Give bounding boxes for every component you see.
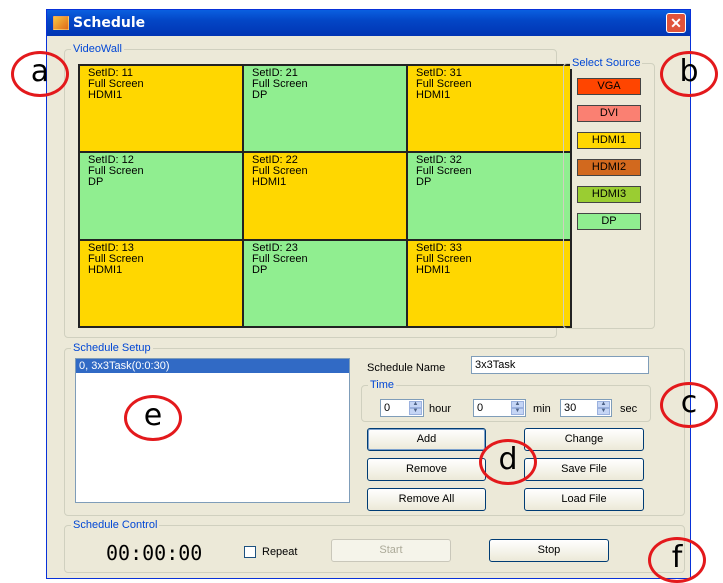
save-file-button[interactable]: Save File: [524, 458, 644, 481]
cell-src: HDMI1: [88, 263, 123, 276]
source-button-hdmi1[interactable]: HDMI1: [577, 132, 641, 149]
close-button[interactable]: ✕: [666, 13, 686, 33]
list-item[interactable]: 0, 3x3Task(0:0:30): [76, 359, 349, 373]
cell-mode: Full Screen: [252, 78, 308, 90]
add-button[interactable]: Add: [367, 428, 486, 451]
videowall-cell[interactable]: SetID: 11 Full Screen HDMI1: [80, 66, 242, 152]
annotation-d: d: [479, 439, 537, 485]
cell-src: DP: [416, 176, 432, 189]
cell-mode: Full Screen: [416, 252, 472, 265]
videowall-label: VideoWall: [71, 43, 124, 55]
hour-value: 0: [384, 402, 391, 414]
annotation-a: a: [11, 51, 69, 97]
videowall-cell[interactable]: SetID: 12 Full Screen DP: [80, 153, 242, 239]
source-button-hdmi3[interactable]: HDMI3: [577, 186, 641, 203]
cell-src: HDMI1: [88, 89, 123, 101]
cell-src: HDMI1: [416, 89, 451, 101]
cell-id: SetID: 13: [88, 241, 134, 254]
annotation-c: c: [660, 382, 718, 428]
cell-src: DP: [88, 176, 104, 189]
cell-src: HDMI1: [252, 176, 287, 189]
videowall-cell[interactable]: SetID: 33 Full Screen HDMI1: [408, 240, 570, 326]
schedule-setup-label: Schedule Setup: [71, 342, 153, 354]
schedule-list[interactable]: 0, 3x3Task(0:0:30): [75, 358, 350, 503]
hour-spinner[interactable]: ▲ ▼: [409, 401, 422, 415]
sec-spinner[interactable]: ▲ ▼: [597, 401, 610, 415]
timer-display: 00:00:00: [106, 541, 203, 565]
repeat-label: Repeat: [262, 546, 298, 558]
annotation-f: f: [648, 537, 706, 583]
min-input[interactable]: 0 ▲ ▼: [473, 399, 526, 417]
cell-mode: Full Screen: [88, 165, 144, 178]
schedule-control-label: Schedule Control: [71, 519, 160, 531]
annotation-e: e: [124, 395, 182, 441]
spin-up-icon[interactable]: ▲: [511, 401, 524, 408]
sec-label: sec: [620, 403, 638, 415]
load-file-button[interactable]: Load File: [524, 488, 644, 511]
videowall-cell[interactable]: SetID: 23 Full Screen DP: [244, 240, 406, 326]
spin-down-icon[interactable]: ▼: [409, 408, 422, 415]
spin-up-icon[interactable]: ▲: [597, 401, 610, 408]
videowall-grid: SetID: 11 Full Screen HDMI1 SetID: 21 Full S…: [78, 64, 572, 328]
min-spinner[interactable]: ▲ ▼: [511, 401, 524, 415]
spin-down-icon[interactable]: ▼: [511, 408, 524, 415]
change-button[interactable]: Change: [524, 428, 644, 451]
cell-src: HDMI1: [416, 263, 451, 276]
cell-src: DP: [252, 89, 268, 101]
videowall-cell[interactable]: SetID: 22 Full Screen HDMI1: [244, 153, 406, 239]
sec-value: 30: [564, 402, 577, 414]
start-button[interactable]: Start: [331, 539, 451, 562]
select-source-label: Select Source: [570, 57, 643, 69]
spin-up-icon[interactable]: ▲: [409, 401, 422, 408]
source-button-dp[interactable]: DP: [577, 213, 641, 230]
schedule-name-label: Schedule Name: [367, 362, 446, 374]
cell-id: SetID: 23: [252, 241, 298, 254]
spin-down-icon[interactable]: ▼: [597, 408, 610, 415]
app-icon: [53, 16, 69, 30]
videowall-cell[interactable]: SetID: 21 Full Screen DP: [244, 66, 406, 152]
title-bar[interactable]: Schedule ✕: [47, 10, 690, 36]
source-button-dvi[interactable]: DVI: [577, 105, 641, 122]
window-title: Schedule: [73, 15, 146, 31]
sec-input[interactable]: 30 ▲ ▼: [560, 399, 612, 417]
stop-button[interactable]: Stop: [489, 539, 609, 562]
source-button-vga[interactable]: VGA: [577, 78, 641, 95]
cell-mode: Full Screen: [88, 252, 144, 265]
source-button-hdmi2[interactable]: HDMI2: [577, 159, 641, 176]
schedule-name-input[interactable]: 3x3Task: [471, 356, 649, 374]
cell-mode: Full Screen: [416, 165, 472, 178]
remove-all-button[interactable]: Remove All: [367, 488, 486, 511]
schedule-window: Schedule ✕ VideoWall SetID: 11 Full Scree…: [46, 9, 691, 579]
annotation-b: b: [660, 51, 718, 97]
min-value: 0: [477, 402, 484, 414]
repeat-checkbox[interactable]: [244, 546, 256, 558]
time-label: Time: [368, 379, 397, 391]
cell-src: DP: [252, 263, 268, 276]
cell-id: SetID: 33: [416, 241, 462, 254]
cell-mode: Full Screen: [252, 252, 308, 265]
hour-input[interactable]: 0 ▲ ▼: [380, 399, 424, 417]
remove-button[interactable]: Remove: [367, 458, 486, 481]
videowall-cell[interactable]: SetID: 32 Full Screen DP: [408, 153, 570, 239]
videowall-cell[interactable]: SetID: 13 Full Screen HDMI1: [80, 240, 242, 326]
min-label: min: [533, 403, 551, 415]
videowall-cell[interactable]: SetID: 31 Full Screen HDMI1: [408, 66, 570, 152]
hour-label: hour: [429, 403, 452, 415]
